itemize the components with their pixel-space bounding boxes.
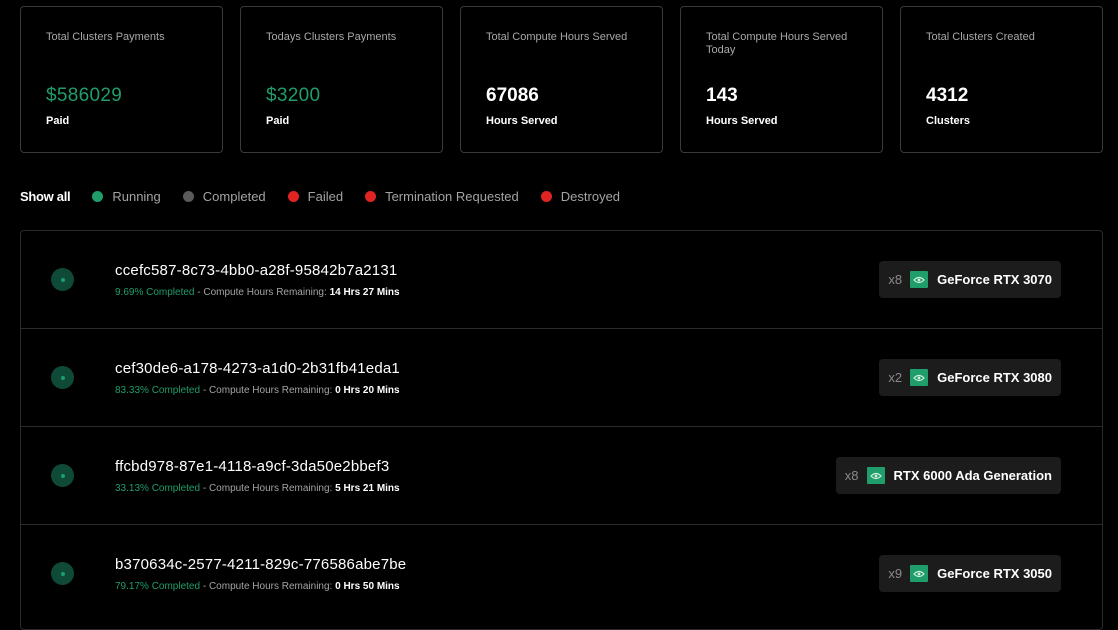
gpu-badge: x8 RTX 6000 Ada Generation xyxy=(835,457,1061,494)
stat-unit: Clusters xyxy=(926,115,971,127)
filter-failed[interactable]: Failed xyxy=(287,189,344,204)
stat-title: Todays Clusters Payments xyxy=(266,31,397,43)
percent-completed: 79.17% Completed xyxy=(115,581,201,592)
stat-card-todays-payments: Todays Clusters Payments $3200 Paid xyxy=(240,6,443,153)
status-dot-icon xyxy=(182,191,194,202)
filter-show-all[interactable]: Show all xyxy=(20,189,71,204)
running-status-icon xyxy=(51,562,74,585)
gpu-badge: x8 GeForce RTX 3070 xyxy=(879,261,1061,298)
gpu-badge: x2 GeForce RTX 3080 xyxy=(879,359,1061,396)
stat-unit: Hours Served xyxy=(486,115,558,127)
hours-remaining: 5 Hrs 21 Mins xyxy=(335,483,400,494)
stat-value: $3200 xyxy=(266,85,321,106)
cluster-id: ffcbd978-87e1-4118-a9cf-3da50e2bbef3 xyxy=(115,458,390,475)
cluster-id: cef30de6-a178-4273-a1d0-2b31fb41eda1 xyxy=(115,360,400,377)
cluster-row[interactable]: b370634c-2577-4211-829c-776586abe7be 79.… xyxy=(21,525,1102,623)
filter-label: Completed xyxy=(202,189,266,204)
cluster-list: ccefc587-8c73-4bb0-a28f-95842b7a2131 9.6… xyxy=(20,230,1103,630)
running-status-icon xyxy=(51,366,74,389)
stat-title: Total Clusters Payments xyxy=(46,31,165,43)
cluster-progress: 79.17% Completed - Compute Hours Remaini… xyxy=(115,581,400,592)
stat-value: 4312 xyxy=(926,85,969,106)
gpu-name: GeForce RTX 3050 xyxy=(937,566,1052,581)
remaining-label: - Compute Hours Remaining: xyxy=(200,581,336,592)
cluster-row[interactable]: ccefc587-8c73-4bb0-a28f-95842b7a2131 9.6… xyxy=(21,231,1102,329)
status-dot-icon xyxy=(287,191,299,202)
gpu-count: x2 xyxy=(888,370,903,385)
filter-destroyed[interactable]: Destroyed xyxy=(540,189,621,204)
stat-card-total-clusters: Total Clusters Created 4312 Clusters xyxy=(900,6,1103,153)
cluster-id: ccefc587-8c73-4bb0-a28f-95842b7a2131 xyxy=(115,262,398,279)
percent-completed: 33.13% Completed xyxy=(115,483,201,494)
hours-remaining: 0 Hrs 20 Mins xyxy=(335,385,400,396)
stat-value: $586029 xyxy=(46,85,123,106)
gpu-name: RTX 6000 Ada Generation xyxy=(893,468,1052,483)
gpu-count: x9 xyxy=(888,566,903,581)
running-status-icon xyxy=(51,464,74,487)
gpu-name: GeForce RTX 3080 xyxy=(937,370,1052,385)
nvidia-icon xyxy=(910,271,929,288)
filter-running[interactable]: Running xyxy=(92,189,161,204)
stat-unit: Hours Served xyxy=(706,115,778,127)
cluster-progress: 33.13% Completed - Compute Hours Remaini… xyxy=(115,483,400,494)
hours-remaining: 14 Hrs 27 Mins xyxy=(329,287,400,298)
status-dot-icon xyxy=(92,191,104,202)
percent-completed: 83.33% Completed xyxy=(115,385,201,396)
cluster-row[interactable]: ffcbd978-87e1-4118-a9cf-3da50e2bbef3 33.… xyxy=(21,427,1102,525)
gpu-count: x8 xyxy=(888,272,903,287)
gpu-name: GeForce RTX 3070 xyxy=(937,272,1052,287)
cluster-id: b370634c-2577-4211-829c-776586abe7be xyxy=(115,556,407,573)
running-status-icon xyxy=(51,268,74,291)
stat-card-total-compute-hours: Total Compute Hours Served 67086 Hours S… xyxy=(460,6,663,153)
nvidia-icon xyxy=(910,565,929,582)
filter-termination-requested[interactable]: Termination Requested xyxy=(365,189,519,204)
stat-title: Total Compute Hours Served xyxy=(486,31,628,43)
remaining-label: - Compute Hours Remaining: xyxy=(200,385,336,396)
filter-completed[interactable]: Completed xyxy=(182,189,266,204)
stat-title: Total Compute Hours Served Today xyxy=(706,31,848,56)
stat-unit: Paid xyxy=(46,115,70,127)
cluster-row[interactable]: cef30de6-a178-4273-a1d0-2b31fb41eda1 83.… xyxy=(21,329,1102,427)
filter-label: Failed xyxy=(307,189,344,204)
gpu-badge: x9 GeForce RTX 3050 xyxy=(879,555,1061,592)
percent-completed: 9.69% Completed xyxy=(115,287,195,298)
filter-label: Termination Requested xyxy=(385,189,519,204)
nvidia-icon xyxy=(866,467,885,484)
stat-card-compute-hours-today: Total Compute Hours Served Today 143 Hou… xyxy=(680,6,883,153)
cluster-progress: 83.33% Completed - Compute Hours Remaini… xyxy=(115,385,400,396)
stat-card-total-payments: Total Clusters Payments $586029 Paid xyxy=(20,6,223,153)
status-dot-icon xyxy=(365,191,377,202)
filter-label: Destroyed xyxy=(560,189,621,204)
stat-unit: Paid xyxy=(266,115,290,127)
status-filter-bar: Show all Running Completed Failed Termin… xyxy=(20,189,642,204)
remaining-label: - Compute Hours Remaining: xyxy=(200,483,336,494)
hours-remaining: 0 Hrs 50 Mins xyxy=(335,581,400,592)
gpu-count: x8 xyxy=(844,468,859,483)
stat-value: 67086 xyxy=(486,85,539,106)
nvidia-icon xyxy=(910,369,929,386)
stat-title: Total Clusters Created xyxy=(926,31,1035,43)
remaining-label: - Compute Hours Remaining: xyxy=(194,287,330,298)
stats-row: Total Clusters Payments $586029 Paid Tod… xyxy=(20,6,1103,153)
cluster-progress: 9.69% Completed - Compute Hours Remainin… xyxy=(115,287,400,298)
stat-value: 143 xyxy=(706,85,738,106)
status-dot-icon xyxy=(540,191,552,202)
filter-label: Running xyxy=(112,189,161,204)
